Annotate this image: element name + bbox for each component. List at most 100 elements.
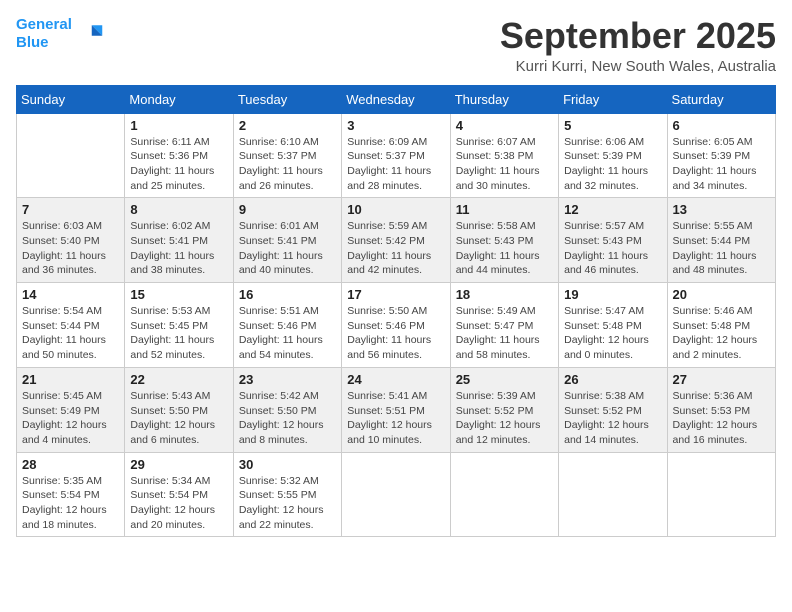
day-info: Sunrise: 5:45 AMSunset: 5:49 PMDaylight:… (22, 389, 119, 448)
page-header: General Blue September 2025 Kurri Kurri,… (16, 16, 776, 75)
day-number: 27 (673, 372, 770, 387)
calendar-cell: 12 Sunrise: 5:57 AMSunset: 5:43 PMDayligh… (559, 198, 667, 283)
calendar-week-row: 14Sunrise: 5:54 AMSunset: 5:44 PMDayligh… (17, 283, 776, 368)
day-number: 6 (673, 118, 770, 133)
calendar-cell: 16 Sunrise: 5:51 AMSunset: 5:46 PMDayligh… (233, 283, 341, 368)
day-info: Sunrise: 5:43 AMSunset: 5:50 PMDaylight:… (130, 389, 227, 448)
day-number: 30 (239, 457, 336, 472)
calendar-cell: 4 Sunrise: 6:07 AMSunset: 5:38 PMDaylight… (450, 113, 558, 198)
calendar-cell: 30 Sunrise: 5:32 AMSunset: 5:55 PMDayligh… (233, 452, 341, 537)
calendar-cell (450, 452, 558, 537)
day-info: Sunrise: 6:03 AMSunset: 5:40 PMDaylight:… (22, 219, 119, 278)
day-info: Sunrise: 5:49 AMSunset: 5:47 PMDaylight:… (456, 304, 553, 363)
day-info: Sunrise: 5:39 AMSunset: 5:52 PMDaylight:… (456, 389, 553, 448)
col-header-thursday: Thursday (450, 85, 558, 113)
calendar-cell: 25 Sunrise: 5:39 AMSunset: 5:52 PMDayligh… (450, 367, 558, 452)
day-number: 20 (673, 287, 770, 302)
day-info: Sunrise: 5:34 AMSunset: 5:54 PMDaylight:… (130, 474, 227, 533)
calendar-cell (667, 452, 775, 537)
day-number: 23 (239, 372, 336, 387)
day-info: Sunrise: 6:06 AMSunset: 5:39 PMDaylight:… (564, 135, 661, 194)
day-number: 16 (239, 287, 336, 302)
calendar-cell: 15 Sunrise: 5:53 AMSunset: 5:45 PMDayligh… (125, 283, 233, 368)
calendar-cell: 9 Sunrise: 6:01 AMSunset: 5:41 PMDaylight… (233, 198, 341, 283)
day-info: Sunrise: 6:05 AMSunset: 5:39 PMDaylight:… (673, 135, 770, 194)
col-header-tuesday: Tuesday (233, 85, 341, 113)
calendar-cell: 3Sunrise: 6:09 AMSunset: 5:37 PMDaylight… (342, 113, 450, 198)
day-number: 1 (130, 118, 227, 133)
day-number: 3 (347, 118, 444, 133)
calendar-week-row: 28 Sunrise: 5:35 AMSunset: 5:54 PMDayligh… (17, 452, 776, 537)
calendar-cell: 28 Sunrise: 5:35 AMSunset: 5:54 PMDayligh… (17, 452, 125, 537)
logo-line1: General (16, 16, 72, 33)
day-info: Sunrise: 6:07 AMSunset: 5:38 PMDaylight:… (456, 135, 553, 194)
logo-line2: Blue (16, 34, 49, 51)
day-info: Sunrise: 5:53 AMSunset: 5:45 PMDaylight:… (130, 304, 227, 363)
calendar-cell: 11 Sunrise: 5:58 AMSunset: 5:43 PMDayligh… (450, 198, 558, 283)
day-info: Sunrise: 6:02 AMSunset: 5:41 PMDaylight:… (130, 219, 227, 278)
day-number: 19 (564, 287, 661, 302)
calendar-cell: 19Sunrise: 5:47 AMSunset: 5:48 PMDayligh… (559, 283, 667, 368)
day-info: Sunrise: 5:41 AMSunset: 5:51 PMDaylight:… (347, 389, 444, 448)
calendar-week-row: 1Sunrise: 6:11 AMSunset: 5:36 PMDaylight… (17, 113, 776, 198)
day-info: Sunrise: 5:36 AMSunset: 5:53 PMDaylight:… (673, 389, 770, 448)
calendar-cell (17, 113, 125, 198)
day-info: Sunrise: 5:51 AMSunset: 5:46 PMDaylight:… (239, 304, 336, 363)
day-number: 18 (456, 287, 553, 302)
calendar-cell: 6 Sunrise: 6:05 AMSunset: 5:39 PMDaylight… (667, 113, 775, 198)
logo: General Blue (16, 16, 104, 52)
calendar-cell: 27 Sunrise: 5:36 AMSunset: 5:53 PMDayligh… (667, 367, 775, 452)
calendar-cell: 21 Sunrise: 5:45 AMSunset: 5:49 PMDayligh… (17, 367, 125, 452)
day-info: Sunrise: 5:38 AMSunset: 5:52 PMDaylight:… (564, 389, 661, 448)
day-number: 26 (564, 372, 661, 387)
day-number: 9 (239, 202, 336, 217)
calendar-week-row: 21 Sunrise: 5:45 AMSunset: 5:49 PMDayligh… (17, 367, 776, 452)
day-number: 21 (22, 372, 119, 387)
day-number: 17 (347, 287, 444, 302)
calendar-cell: 1Sunrise: 6:11 AMSunset: 5:36 PMDaylight… (125, 113, 233, 198)
calendar-week-row: 7 Sunrise: 6:03 AMSunset: 5:40 PMDaylight… (17, 198, 776, 283)
calendar-cell: 5 Sunrise: 6:06 AMSunset: 5:39 PMDaylight… (559, 113, 667, 198)
calendar-cell: 10Sunrise: 5:59 AMSunset: 5:42 PMDayligh… (342, 198, 450, 283)
calendar-cell: 2 Sunrise: 6:10 AMSunset: 5:37 PMDaylight… (233, 113, 341, 198)
title-block: September 2025 Kurri Kurri, New South Wa… (500, 16, 776, 75)
day-number: 4 (456, 118, 553, 133)
day-info: Sunrise: 5:58 AMSunset: 5:43 PMDaylight:… (456, 219, 553, 278)
col-header-friday: Friday (559, 85, 667, 113)
calendar-cell: 26 Sunrise: 5:38 AMSunset: 5:52 PMDayligh… (559, 367, 667, 452)
day-info: Sunrise: 6:01 AMSunset: 5:41 PMDaylight:… (239, 219, 336, 278)
day-info: Sunrise: 5:59 AMSunset: 5:42 PMDaylight:… (347, 219, 444, 278)
day-info: Sunrise: 5:35 AMSunset: 5:54 PMDaylight:… (22, 474, 119, 533)
col-header-saturday: Saturday (667, 85, 775, 113)
calendar-cell: 8 Sunrise: 6:02 AMSunset: 5:41 PMDaylight… (125, 198, 233, 283)
day-info: Sunrise: 5:55 AMSunset: 5:44 PMDaylight:… (673, 219, 770, 278)
calendar-cell: 17Sunrise: 5:50 AMSunset: 5:46 PMDayligh… (342, 283, 450, 368)
day-number: 15 (130, 287, 227, 302)
month-title: September 2025 (500, 16, 776, 56)
day-info: Sunrise: 5:42 AMSunset: 5:50 PMDaylight:… (239, 389, 336, 448)
day-number: 5 (564, 118, 661, 133)
logo-text: General Blue (16, 16, 72, 52)
col-header-monday: Monday (125, 85, 233, 113)
day-number: 7 (22, 202, 119, 217)
calendar-cell: 20Sunrise: 5:46 AMSunset: 5:48 PMDayligh… (667, 283, 775, 368)
day-number: 8 (130, 202, 227, 217)
calendar-header-row: SundayMondayTuesdayWednesdayThursdayFrid… (17, 85, 776, 113)
calendar-cell: 14Sunrise: 5:54 AMSunset: 5:44 PMDayligh… (17, 283, 125, 368)
day-number: 28 (22, 457, 119, 472)
day-number: 13 (673, 202, 770, 217)
day-number: 12 (564, 202, 661, 217)
day-number: 11 (456, 202, 553, 217)
calendar-cell: 7 Sunrise: 6:03 AMSunset: 5:40 PMDaylight… (17, 198, 125, 283)
day-info: Sunrise: 5:32 AMSunset: 5:55 PMDaylight:… (239, 474, 336, 533)
day-number: 2 (239, 118, 336, 133)
day-info: Sunrise: 6:10 AMSunset: 5:37 PMDaylight:… (239, 135, 336, 194)
calendar-cell: 23 Sunrise: 5:42 AMSunset: 5:50 PMDayligh… (233, 367, 341, 452)
day-info: Sunrise: 5:57 AMSunset: 5:43 PMDaylight:… (564, 219, 661, 278)
day-number: 25 (456, 372, 553, 387)
calendar-cell: 13 Sunrise: 5:55 AMSunset: 5:44 PMDayligh… (667, 198, 775, 283)
calendar-cell: 29Sunrise: 5:34 AMSunset: 5:54 PMDayligh… (125, 452, 233, 537)
calendar-cell (342, 452, 450, 537)
calendar-cell: 24Sunrise: 5:41 AMSunset: 5:51 PMDayligh… (342, 367, 450, 452)
calendar-cell: 18 Sunrise: 5:49 AMSunset: 5:47 PMDayligh… (450, 283, 558, 368)
